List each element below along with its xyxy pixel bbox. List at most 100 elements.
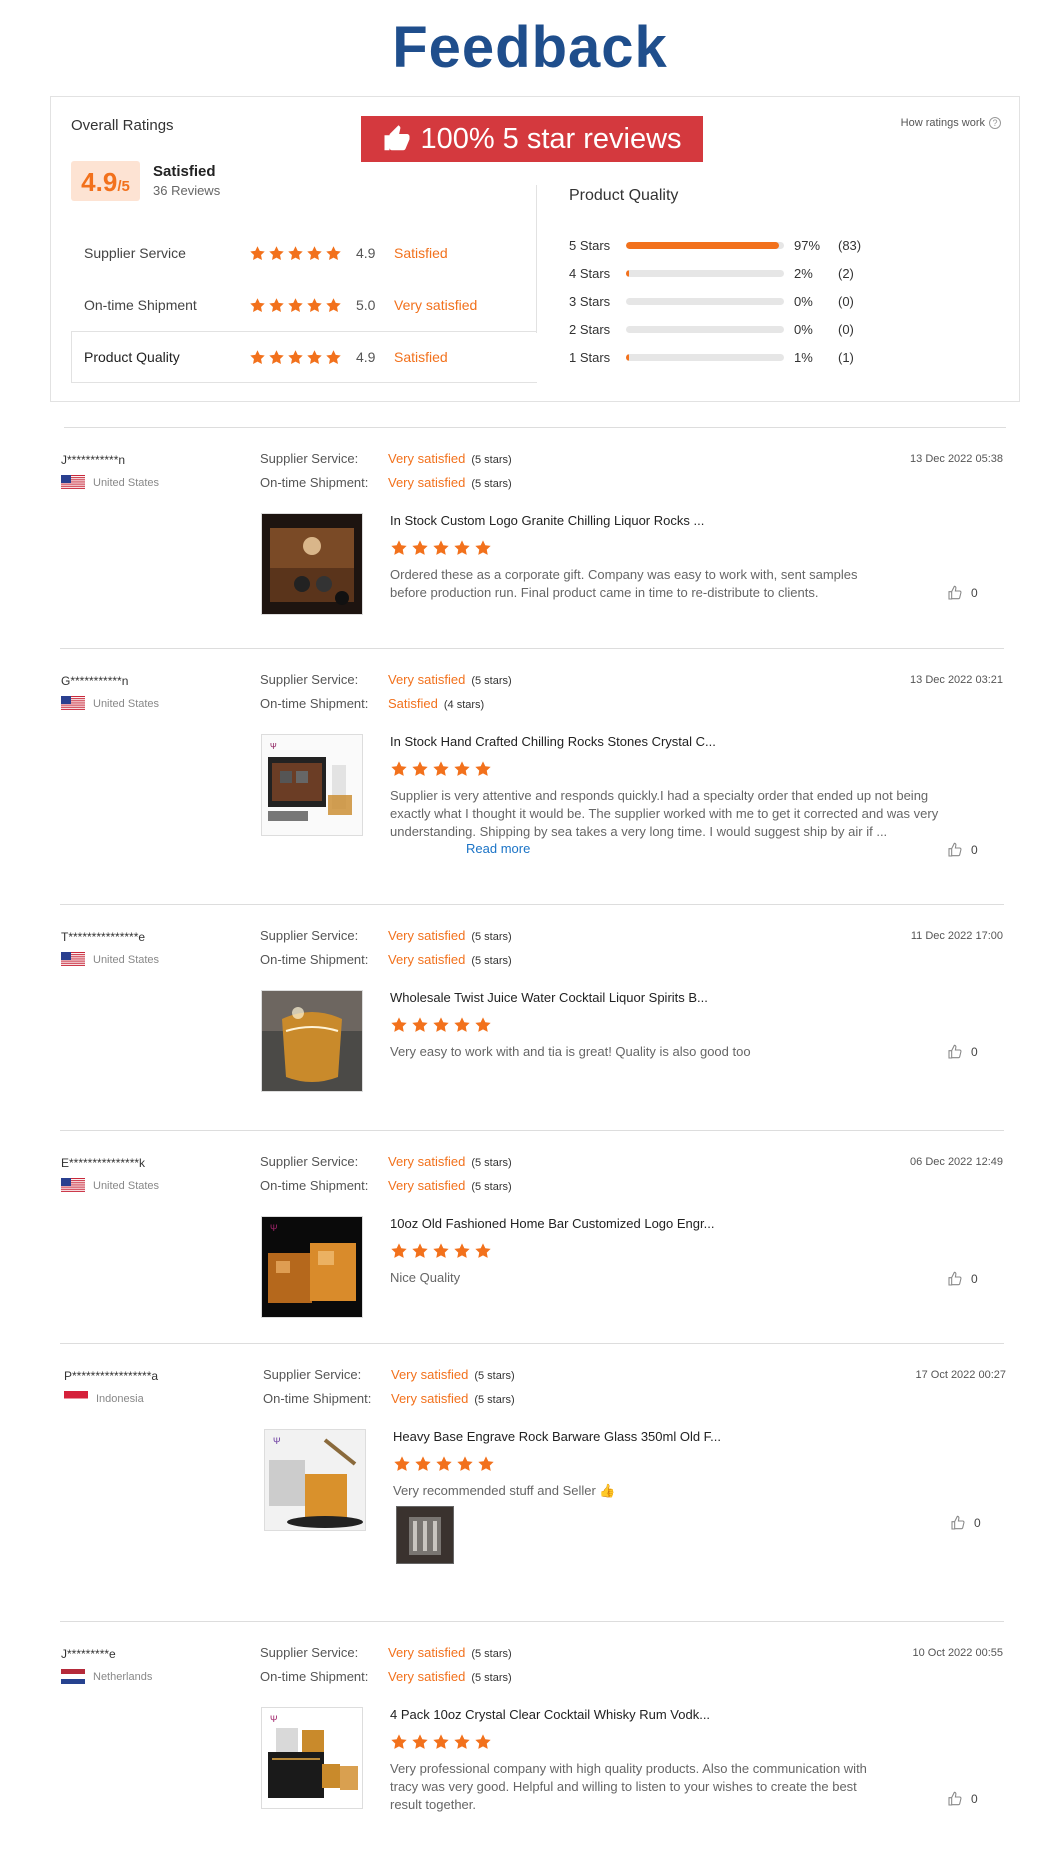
reviewer-country: United States: [61, 1178, 159, 1193]
star-distribution-row: 3 Stars 0% (0): [569, 287, 861, 315]
review-text-content: Very easy to work with and tia is great!…: [390, 1044, 751, 1059]
category-row: Supplier Service 4.9 Satisfied: [71, 227, 537, 279]
ontime-shipment-value: Satisfied: [388, 696, 438, 711]
shipment-line: On-time Shipment: Satisfied (4 stars): [260, 692, 512, 716]
helpful-count: 0: [971, 1792, 978, 1806]
star-icon: [269, 297, 284, 312]
product-title-link[interactable]: 10oz Old Fashioned Home Bar Customized L…: [390, 1216, 714, 1231]
ontime-shipment-label: On-time Shipment:: [260, 1669, 369, 1684]
review-star-rating: [390, 760, 492, 778]
supplier-service-line: Supplier Service: Very satisfied (5 stars): [260, 668, 512, 692]
star-icon: [250, 297, 265, 312]
indonesia-flag-icon: [64, 1391, 88, 1406]
product-thumbnail[interactable]: Ψ: [261, 1216, 363, 1318]
star-icon: [475, 1017, 491, 1032]
product-title-link[interactable]: Wholesale Twist Juice Water Cocktail Liq…: [390, 990, 708, 1005]
review-star-rating: [393, 1455, 495, 1473]
product-thumbnail[interactable]: Ψ: [264, 1429, 366, 1531]
supplier-service-label: Supplier Service:: [260, 672, 359, 687]
review-text: Nice Quality: [390, 1269, 890, 1287]
product-image: Ψ: [262, 735, 362, 835]
product-thumbnail[interactable]: [261, 513, 363, 615]
helpful-button[interactable]: 0: [947, 1271, 978, 1287]
star-icon: [307, 297, 322, 312]
review-text: Very professional company with high qual…: [390, 1760, 890, 1814]
star-icon: [478, 1456, 494, 1471]
read-more-link[interactable]: Read more: [466, 841, 530, 856]
distribution-percent: 0%: [794, 321, 813, 337]
star-level-label: 2 Stars: [569, 321, 611, 337]
category-row[interactable]: Product Quality 4.9 Satisfied: [71, 331, 537, 383]
helpful-count: 0: [974, 1516, 981, 1530]
star-icon: [454, 1243, 470, 1258]
helpful-count: 0: [971, 843, 978, 857]
review-text-content: Ordered these as a corporate gift. Compa…: [390, 567, 858, 600]
helpful-button[interactable]: 0: [947, 585, 978, 601]
ontime-shipment-stars: (5 stars): [471, 1672, 512, 1684]
us-flag-icon: [61, 696, 85, 711]
country-name: United States: [93, 953, 160, 966]
product-thumbnail[interactable]: [261, 990, 363, 1092]
star-icon: [326, 349, 341, 364]
supplier-service-line: Supplier Service: Very satisfied (5 stars): [260, 447, 512, 471]
thumbs-up-icon: [948, 1271, 962, 1286]
helpful-button[interactable]: 0: [947, 1044, 978, 1060]
helpful-button[interactable]: 0: [950, 1515, 981, 1531]
product-image: Ψ: [262, 1217, 362, 1317]
banner-text: 100% 5 star reviews: [420, 122, 682, 155]
supplier-service-stars: (5 stars): [471, 931, 512, 943]
distribution-bar: [626, 353, 784, 361]
distribution-count: (2): [838, 265, 854, 281]
product-thumbnail[interactable]: Ψ: [261, 734, 363, 836]
review-photo[interactable]: [396, 1506, 454, 1564]
helpful-count: 0: [971, 586, 978, 600]
review-text-content: Very recommended stuff and Seller 👍: [393, 1483, 616, 1498]
product-title-link[interactable]: 4 Pack 10oz Crystal Clear Cocktail Whisk…: [390, 1707, 710, 1722]
distribution-percent: 1%: [794, 349, 813, 365]
star-icon: [454, 1734, 470, 1749]
divider: [60, 1343, 1004, 1344]
distribution-count: (1): [838, 349, 854, 365]
supplier-service-value: Very satisfied: [388, 1154, 466, 1169]
star-level-label: 5 Stars: [569, 237, 611, 253]
shipment-line: On-time Shipment: Very satisfied (5 stars): [260, 1174, 512, 1198]
supplier-service-line: Supplier Service: Very satisfied (5 stars): [260, 924, 512, 948]
star-icon: [433, 1243, 449, 1258]
shipment-line: On-time Shipment: Very satisfied (5 stars): [260, 471, 512, 495]
star-rating: [249, 245, 342, 262]
star-icon: [307, 349, 322, 364]
star-icon: [415, 1456, 431, 1471]
product-thumbnail[interactable]: Ψ: [261, 1707, 363, 1809]
category-score: 5.0: [356, 297, 376, 313]
five-star-banner: 100% 5 star reviews: [361, 116, 703, 162]
reviewer-name: E***************k: [61, 1156, 146, 1170]
star-rating: [249, 297, 342, 314]
reviewer-name: G***********n: [61, 674, 129, 688]
star-icon: [436, 1456, 452, 1471]
supplier-service-label: Supplier Service:: [260, 928, 359, 943]
ontime-shipment-value: Very satisfied: [388, 475, 466, 490]
helpful-button[interactable]: 0: [947, 842, 978, 858]
product-title-link[interactable]: In Stock Custom Logo Granite Chilling Li…: [390, 513, 704, 528]
review-ratings: Supplier Service: Very satisfied (5 stars)…: [260, 1641, 512, 1689]
category-score: 4.9: [356, 245, 376, 261]
helpful-button[interactable]: 0: [947, 1791, 978, 1807]
review-text-content: Very professional company with high qual…: [390, 1761, 867, 1812]
distribution-bar: [626, 269, 784, 277]
product-title-link[interactable]: Heavy Base Engrave Rock Barware Glass 35…: [393, 1429, 721, 1444]
overall-score-suffix: /5: [117, 178, 130, 195]
star-level-label: 1 Stars: [569, 349, 611, 365]
supplier-service-line: Supplier Service: Very satisfied (5 stars): [260, 1641, 512, 1665]
review-ratings: Supplier Service: Very satisfied (5 stars)…: [263, 1363, 515, 1411]
review-text: Very easy to work with and tia is great!…: [390, 1043, 890, 1061]
category-satisfaction: Very satisfied: [394, 297, 478, 313]
ontime-shipment-label: On-time Shipment:: [263, 1391, 372, 1406]
how-ratings-work-link[interactable]: How ratings work ?: [901, 117, 1001, 129]
distribution-count: (83): [838, 237, 862, 253]
supplier-service-value: Very satisfied: [391, 1367, 469, 1382]
category-satisfaction: Satisfied: [394, 349, 448, 365]
product-title-link[interactable]: In Stock Hand Crafted Chilling Rocks Sto…: [390, 734, 716, 749]
star-icon: [326, 245, 341, 260]
shipment-line: On-time Shipment: Very satisfied (5 stars): [263, 1387, 515, 1411]
star-icon: [326, 297, 341, 312]
